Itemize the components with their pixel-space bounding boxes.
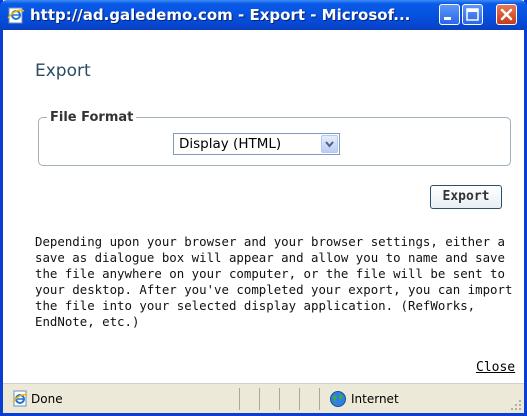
globe-icon — [330, 391, 346, 407]
ie-page-icon — [12, 390, 28, 407]
dialog-body: Export File Format Display (HTML) Export… — [3, 30, 524, 383]
status-divider — [299, 388, 300, 410]
ie-page-icon — [7, 7, 25, 24]
resize-grip-icon[interactable] — [510, 399, 522, 411]
export-instructions: Depending upon your browser and your bro… — [35, 234, 513, 329]
popup-window: http://ad.galedemo.com - Export - Micros… — [0, 0, 527, 416]
minimize-button[interactable] — [439, 4, 460, 25]
maximize-button[interactable] — [462, 4, 483, 25]
export-button[interactable]: Export — [430, 185, 502, 209]
window-title: http://ad.galedemo.com - Export - Micros… — [30, 6, 411, 24]
chevron-down-icon — [325, 141, 334, 148]
file-format-select[interactable]: Display (HTML) — [173, 133, 340, 155]
file-format-selected: Display (HTML) — [179, 136, 282, 152]
title-bar[interactable]: http://ad.galedemo.com - Export - Micros… — [0, 0, 527, 30]
dropdown-button[interactable] — [321, 135, 338, 153]
page-title: Export — [35, 61, 91, 81]
close-window-button[interactable] — [496, 4, 517, 25]
status-divider — [259, 388, 260, 410]
minimize-icon — [444, 17, 451, 20]
file-format-legend: File Format — [47, 110, 137, 125]
status-bar: Done Internet — [3, 383, 524, 413]
security-zone: Internet — [351, 392, 399, 406]
close-icon — [500, 8, 513, 21]
status-divider — [239, 388, 240, 410]
status-divider — [279, 388, 280, 410]
status-divider — [319, 388, 320, 410]
close-link[interactable]: Close — [476, 360, 515, 375]
maximize-icon — [466, 8, 479, 21]
status-text: Done — [31, 392, 63, 406]
